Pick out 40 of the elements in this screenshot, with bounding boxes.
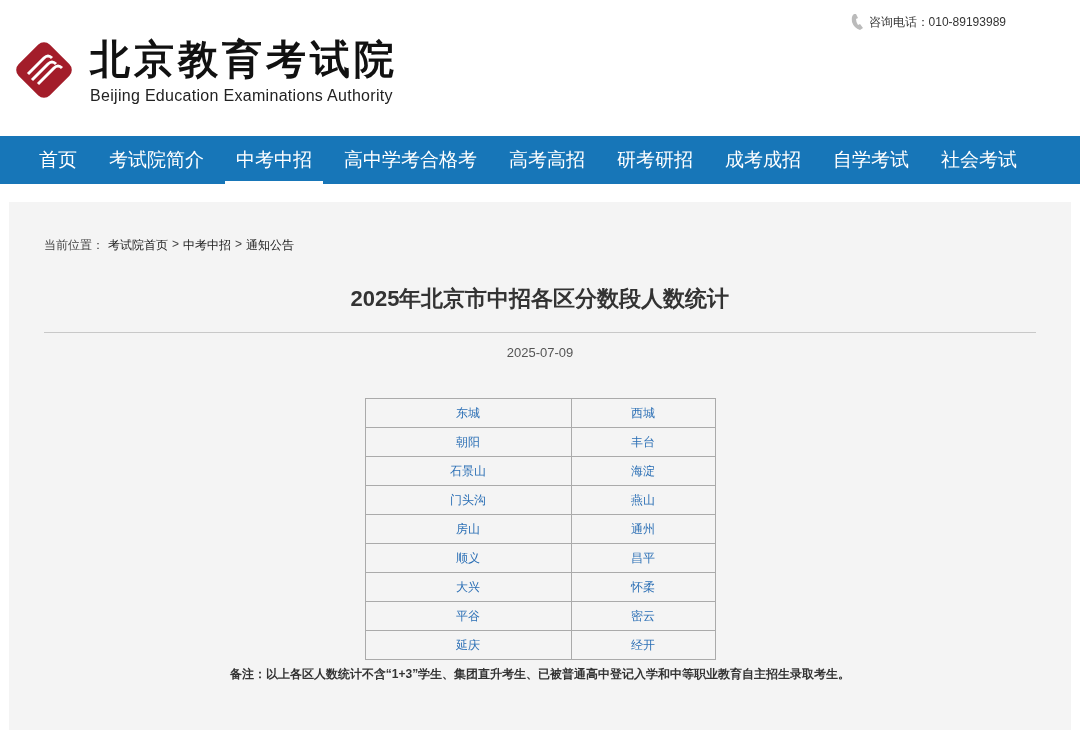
- district-link[interactable]: 丰台: [631, 434, 655, 449]
- breadcrumb-link[interactable]: 中考中招: [183, 237, 231, 254]
- district-link[interactable]: 东城: [456, 405, 480, 420]
- breadcrumb-text: 当前位置：: [44, 237, 104, 254]
- district-link[interactable]: 通州: [631, 521, 655, 536]
- district-link[interactable]: 大兴: [456, 579, 480, 594]
- article-date: 2025-07-09: [505, 345, 575, 360]
- nav-tab[interactable]: 社会考试: [930, 136, 1028, 184]
- district-link[interactable]: 昌平: [631, 550, 655, 565]
- hotline-text: 咨询电话：010-89193989: [868, 13, 1006, 31]
- footnote-text: 备注：以上各区人数统计不含“1+3”学生、集团直升考生、已被普通高中登记入学和中等职业教育自主招生录取考生。: [228, 666, 852, 683]
- district-link[interactable]: 燕山: [631, 492, 655, 507]
- nav-tab[interactable]: 自学考试: [822, 136, 920, 184]
- district-link[interactable]: 西城: [631, 405, 655, 420]
- nav-tab[interactable]: 首页: [28, 136, 88, 184]
- district-link[interactable]: 海淀: [631, 463, 655, 478]
- nav-tab[interactable]: 研考研招: [606, 136, 704, 184]
- district-link[interactable]: 平谷: [456, 608, 480, 623]
- breadcrumb-text: >: [172, 237, 179, 253]
- district-link[interactable]: 门头沟: [450, 492, 486, 507]
- district-link[interactable]: 密云: [631, 608, 655, 623]
- logo-title: 北京教育考试院: [90, 36, 398, 84]
- breadcrumb-text: >: [235, 237, 243, 253]
- nav-tab[interactable]: 考试院简介: [98, 136, 215, 184]
- district-link[interactable]: 怀柔: [631, 579, 655, 594]
- district-link[interactable]: 石景山: [450, 463, 486, 478]
- phone-icon: [850, 13, 865, 31]
- breadcrumb-link[interactable]: 考试院首页: [108, 237, 168, 254]
- district-link[interactable]: 房山: [456, 521, 480, 536]
- nav-tab[interactable]: 高中学考合格考: [333, 136, 488, 184]
- nav-tab[interactable]: 成考成招: [714, 136, 812, 184]
- nav-tab[interactable]: 中考中招: [225, 136, 323, 184]
- district-link[interactable]: 顺义: [456, 550, 480, 565]
- district-link[interactable]: 延庆: [456, 637, 480, 652]
- nav-tab[interactable]: 高考高招: [498, 136, 596, 184]
- logo-subtitle: Beijing Education Examinations Authority: [90, 87, 394, 105]
- breadcrumb-link[interactable]: 通知公告: [246, 237, 295, 254]
- district-link[interactable]: 经开: [631, 637, 655, 652]
- article-title: 2025年北京市中招各区分数段人数统计: [44, 284, 1036, 333]
- district-link[interactable]: 朝阳: [456, 434, 480, 449]
